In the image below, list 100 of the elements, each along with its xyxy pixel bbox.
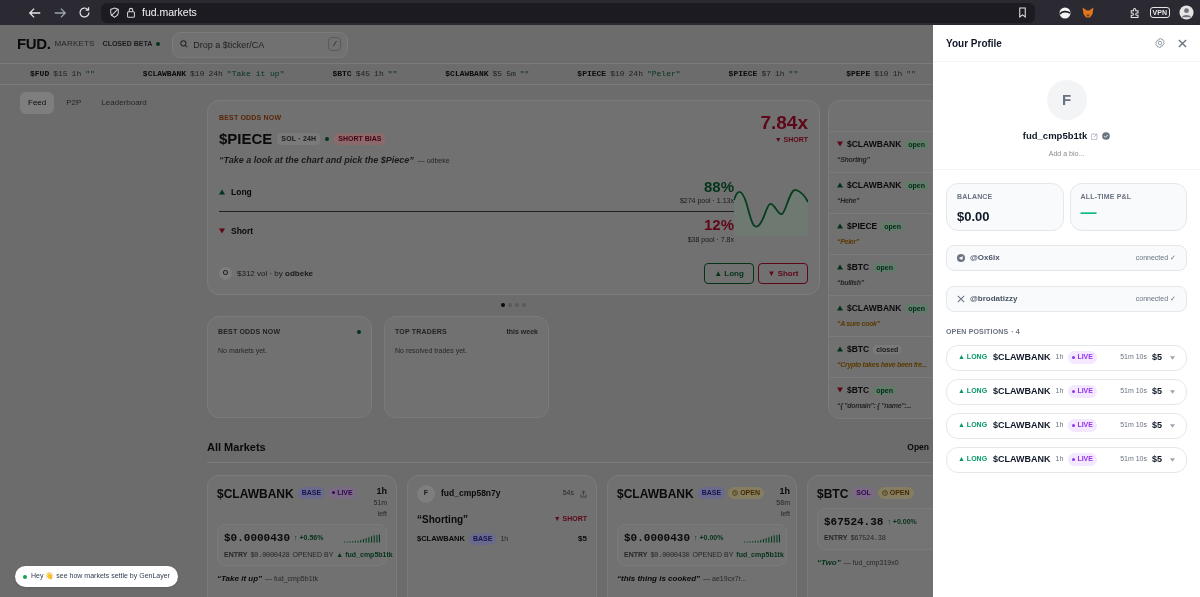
ticker-quote: "" bbox=[788, 68, 799, 80]
ticker-amount: $10 bbox=[610, 68, 625, 80]
feed-symbol[interactable]: $BTC bbox=[847, 343, 870, 356]
caret-icon[interactable] bbox=[1170, 423, 1175, 428]
market-symbol: $BTC bbox=[817, 485, 849, 503]
logo-subtitle: MARKETS bbox=[54, 38, 95, 50]
ticker-amount: $15 bbox=[53, 68, 68, 80]
stake-amount: $5 bbox=[578, 532, 587, 545]
up-triangle-icon bbox=[837, 223, 843, 230]
side-label: Short bbox=[231, 224, 254, 238]
back-arrow-icon[interactable] bbox=[28, 5, 42, 20]
ticker-quote: "" bbox=[85, 68, 95, 80]
position-amount: $5 bbox=[1152, 418, 1162, 432]
user-name[interactable]: fud_cmp58n7y bbox=[441, 487, 501, 500]
ticker-quote: "Take it up" bbox=[226, 68, 285, 80]
feed-symbol[interactable]: $BTC bbox=[847, 384, 870, 397]
short-button[interactable]: ▼ Short bbox=[758, 263, 808, 284]
tab[interactable]: Feed bbox=[20, 92, 55, 114]
reload-icon[interactable] bbox=[78, 6, 91, 19]
down-triangle-icon bbox=[837, 141, 843, 148]
ticker-symbol[interactable]: $FUD bbox=[30, 68, 50, 80]
x-mark-icon bbox=[957, 295, 965, 303]
search-icon bbox=[180, 40, 189, 48]
price-value: $0.0000430 bbox=[624, 531, 690, 546]
url-text: fud.markets bbox=[142, 4, 197, 20]
ticker-quote: "Peler" bbox=[646, 68, 681, 80]
ticker-amount: $10 bbox=[874, 68, 889, 80]
up-triangle-icon bbox=[837, 264, 843, 271]
odds-value: 7.84x bbox=[760, 113, 808, 132]
up-triangle-icon bbox=[837, 305, 843, 312]
up-triangle-icon bbox=[837, 346, 843, 353]
caret-icon[interactable] bbox=[1170, 355, 1175, 360]
tab[interactable]: P2P bbox=[58, 92, 90, 114]
feed-symbol[interactable]: $PIECE bbox=[847, 220, 878, 233]
lock-icon[interactable] bbox=[126, 7, 136, 18]
ticker-duration: 1h bbox=[775, 68, 785, 80]
section-title: All Markets bbox=[207, 440, 266, 455]
feed-symbol[interactable]: $CLAWBANK bbox=[847, 302, 902, 315]
side-percent: 88% bbox=[703, 177, 734, 197]
down-triangle-icon bbox=[837, 387, 843, 394]
swirl-icon[interactable] bbox=[1058, 6, 1071, 19]
feed-symbol[interactable]: $CLAWBANK bbox=[847, 179, 902, 192]
close-icon[interactable] bbox=[1178, 38, 1187, 48]
profile-icon[interactable] bbox=[1179, 5, 1194, 20]
bar-sparkline-drawing bbox=[344, 533, 380, 543]
shield-icon[interactable] bbox=[109, 7, 120, 18]
account-handle: @Ox6ix bbox=[970, 252, 1000, 264]
position-amount: $5 bbox=[1152, 350, 1162, 364]
ticker-symbol[interactable]: $CLAWBANK bbox=[142, 68, 187, 80]
tab[interactable]: Leaderboard bbox=[93, 92, 155, 114]
price-value: $0.0000430 bbox=[224, 531, 290, 546]
position-amount: $5 bbox=[1152, 452, 1162, 466]
ticker-quote: "" bbox=[906, 68, 916, 80]
paper-plane-icon bbox=[957, 254, 965, 262]
account-handle: @brodatizzy bbox=[970, 293, 1018, 305]
stat-value: — bbox=[1080, 202, 1098, 223]
ticker-duration: 24h bbox=[208, 68, 223, 80]
side-percent: 12% bbox=[703, 216, 734, 235]
market-symbol: $CLAWBANK bbox=[217, 485, 294, 503]
ticker-duration: 5m bbox=[506, 68, 516, 80]
side-label: Long bbox=[231, 185, 252, 199]
volume-text: $312 vol · by odbeke bbox=[237, 267, 314, 280]
market-symbol: $CLAWBANK bbox=[617, 485, 694, 503]
puzzle-icon[interactable] bbox=[1128, 6, 1141, 19]
quote-text: “Take a look at the chart and pick the $Piece” bbox=[219, 154, 414, 167]
stat-value: $0.00 bbox=[957, 207, 991, 226]
post-quote: “Shorting” bbox=[417, 512, 469, 527]
ticker-symbol[interactable]: $PEPE bbox=[846, 68, 871, 80]
shortcut-key: / bbox=[328, 37, 342, 51]
fox-icon[interactable] bbox=[1081, 7, 1094, 18]
ticker-amount: $10 bbox=[190, 68, 205, 80]
quote-text: “Take it up” bbox=[217, 573, 263, 585]
feed-symbol[interactable]: $CLAWBANK bbox=[847, 138, 902, 151]
ticker-symbol[interactable]: $PIECE bbox=[577, 68, 607, 80]
long-button[interactable]: ▲ Long bbox=[704, 263, 754, 284]
ticker-quote: "" bbox=[387, 68, 398, 80]
logo[interactable]: FUD. bbox=[17, 32, 51, 56]
caret-icon[interactable] bbox=[1170, 389, 1175, 394]
ticker-symbol[interactable]: $PIECE bbox=[728, 68, 758, 80]
market-duration: 1h bbox=[376, 484, 387, 498]
quote-text: “Two” bbox=[817, 556, 841, 569]
quote-text: “this thing is cooked” bbox=[617, 573, 701, 585]
address-bar[interactable]: fud.markets bbox=[101, 2, 1035, 23]
ticker-quote: "" bbox=[519, 68, 530, 80]
up-triangle-icon bbox=[219, 189, 225, 196]
caret-icon[interactable] bbox=[1170, 457, 1175, 462]
forward-arrow-icon[interactable] bbox=[53, 5, 67, 20]
ticker-duration: 1h bbox=[71, 68, 82, 80]
position-symbol: $CLAWBANK bbox=[993, 384, 1051, 398]
feed-symbol[interactable]: $BTC bbox=[847, 261, 870, 274]
avatar: F bbox=[1046, 80, 1087, 120]
ticker-amount: $5 bbox=[492, 68, 503, 80]
ticker-symbol[interactable]: $BTC bbox=[332, 68, 352, 80]
bookmark-icon[interactable] bbox=[1017, 7, 1027, 18]
username: fud_cmp5b1tk bbox=[1022, 129, 1088, 143]
ticker-duration: 1h bbox=[374, 68, 384, 80]
ticker-amount: $45 bbox=[355, 68, 371, 80]
position-symbol: $CLAWBANK bbox=[993, 418, 1051, 432]
ticker-symbol[interactable]: $CLAWBANK bbox=[445, 68, 489, 80]
filter-button[interactable]: Open bbox=[907, 440, 933, 454]
